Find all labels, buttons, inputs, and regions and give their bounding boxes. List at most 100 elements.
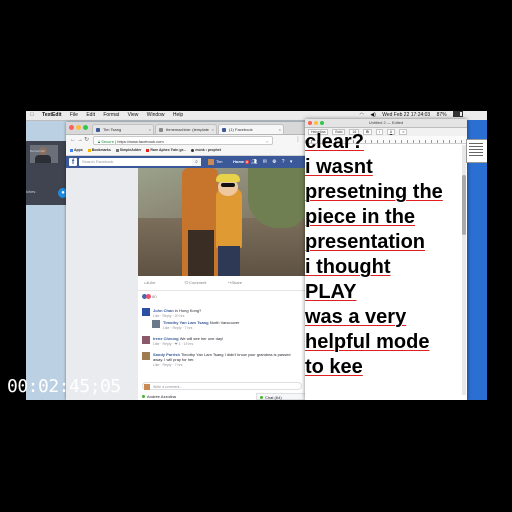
text-line: i wasnt [305,156,373,178]
text-line: PLAY [305,281,357,303]
tab-strip: Tim Tsang × thmemachine: (template × (1)… [66,122,306,135]
post: 👍︎ Like 💬︎ Comment ↪ Share 80 John Chan … [138,168,306,400]
close-tab-icon[interactable]: × [212,125,214,134]
clock[interactable]: Wed Feb 22 17:24:03 [382,112,430,118]
facebook-logo-icon[interactable]: f [69,158,77,166]
zoom-window-icon[interactable] [320,121,324,125]
reaction-summary[interactable]: 80 [142,294,157,300]
close-tab-icon[interactable]: × [279,125,281,134]
bookmark-bookmarks[interactable]: Bookmarks [87,148,111,152]
account-menu-icon[interactable]: ▾ [290,159,293,165]
italic-button[interactable]: I [375,129,383,135]
share-button[interactable]: ↪ Share [228,276,242,290]
bookmark-star-icon[interactable]: ☆ [265,137,269,146]
lock-icon: 🔒︎ [98,139,101,144]
comment-text: North Vancouver [209,320,240,325]
bookmark-monk-prophet[interactable]: monk • prophet [191,148,221,152]
write-comment-input[interactable]: Write a comment... [142,382,302,390]
zoom-window-icon[interactable] [83,125,88,130]
url-input[interactable]: 🔒︎ Secure | https://www.facebook.com ☆ [93,136,273,145]
browser-menu-icon[interactable]: ⋮ [295,136,301,145]
text-line: was a very [305,306,407,328]
menu-help[interactable]: Help [173,112,183,118]
comment-meta[interactable]: Like · Reply · 7 hrs [153,363,182,368]
text-line: presetning the [305,181,443,203]
close-window-icon[interactable] [308,121,312,125]
app-menu[interactable]: TextEdit [42,112,61,118]
text-line: i thought [305,256,391,278]
post-photo[interactable] [138,168,306,276]
friend-requests-icon[interactable]: 👥︎ [251,159,257,165]
wifi-icon[interactable]: ◠ [360,112,364,118]
minimize-window-icon[interactable] [76,125,81,130]
camera-icon: ● [61,190,65,196]
facebook-favicon-icon [222,128,226,132]
secure-label: Secure [101,139,114,144]
tab-tim-tsang[interactable]: Tim Tsang × [92,124,154,134]
help-icon[interactable]: ? [282,159,285,165]
avatar[interactable] [142,336,150,344]
reaction-count: 80 [152,294,157,299]
back-icon[interactable]: ← [70,136,76,145]
tab-label: (1) Facebook [229,127,253,132]
minimize-window-icon[interactable] [314,121,318,125]
comment-meta[interactable]: Like · Reply · 7 hrs [163,326,192,331]
commenter-name[interactable]: John Chan [153,308,174,313]
underline-button[interactable]: U [386,129,396,135]
commenter-name[interactable]: Timothy Yan Lam Tsang [163,320,209,325]
close-tab-icon[interactable]: × [149,125,151,134]
like-button[interactable]: 👍︎ Like [144,276,156,290]
messages-icon[interactable]: ✉ [263,159,267,165]
home-link[interactable]: Home 9 [233,158,249,166]
forward-icon[interactable]: → [77,136,83,145]
commenter-name[interactable]: Irene Cheung [153,336,179,341]
notifications-icon[interactable]: 🌐︎ [272,159,276,165]
comment-meta[interactable]: Like · Reply · ❤ 1 · 19 hrs [153,342,193,347]
close-window-icon[interactable] [69,125,74,130]
apple-menu-icon[interactable]:  [30,112,34,118]
menu-view[interactable]: View [128,112,139,118]
bold-button[interactable]: B [363,129,372,135]
bookmark-rare-aphex[interactable]: Rare Aphex Twin ge... [146,148,186,152]
avatar[interactable] [142,352,150,360]
avatar [144,384,150,390]
timecode: 00:02:45;05 [7,376,121,397]
avatar[interactable] [152,320,160,328]
scroll-thumb[interactable] [462,175,466,235]
textedit-window: Untitled 2 — Edited Helvetica Bold 16 B … [305,119,467,400]
volume-icon[interactable]: ◀) [370,112,376,118]
menu-window[interactable]: Window [147,112,165,118]
battery-percent[interactable]: 87% [437,112,447,118]
menu-format[interactable]: Format [103,112,119,118]
avatar[interactable] [142,308,150,316]
facebook-search-input[interactable]: Search Facebook ⌕ [79,158,201,166]
document-body[interactable]: clear? i wasnt presetning the piece in t… [305,131,467,400]
profile-link[interactable]: Tim [208,158,223,166]
menu-file[interactable]: File [70,112,78,118]
home-badge: 9 [245,160,249,164]
bookmark-apps[interactable]: Apps [70,148,83,152]
bookmark-simpleadder[interactable]: SimpleAdder [115,148,141,152]
online-contact[interactable]: Andrée Azzolina [142,394,176,399]
menu-edit[interactable]: Edit [86,112,95,118]
reload-icon[interactable]: ↻ [84,136,89,145]
vertical-scrollbar[interactable] [462,145,466,395]
search-icon[interactable]: ⌕ [192,158,201,166]
text-line: to kee [305,356,363,378]
text-line: clear? [305,131,364,153]
document-thumbnail[interactable] [466,139,487,163]
battery-icon [453,111,463,117]
document-title: Untitled 2 — Edited [368,120,404,125]
page-favicon-icon [159,128,163,132]
comment-button[interactable]: 💬︎ Comment [184,276,206,290]
text-line: presentation [305,231,426,253]
align-left-icon[interactable]: ≡ [399,129,408,135]
tab-label: thmemachine: (template [166,127,209,132]
chat-button[interactable]: Chat (64) [256,393,306,400]
comment-meta[interactable]: Like · Reply · 20 hrs [153,314,184,319]
tab-facebook[interactable]: (1) Facebook × [218,124,284,134]
tab-timemachine[interactable]: thmemachine: (template × [155,124,217,134]
facebook-notifications: 👥︎ ✉ 🌐︎ ? ▾ [251,158,296,166]
comment-text: Timothy Yan Lam Tsang I didn't know your… [180,352,291,357]
text-line: helpful mode [305,331,430,353]
